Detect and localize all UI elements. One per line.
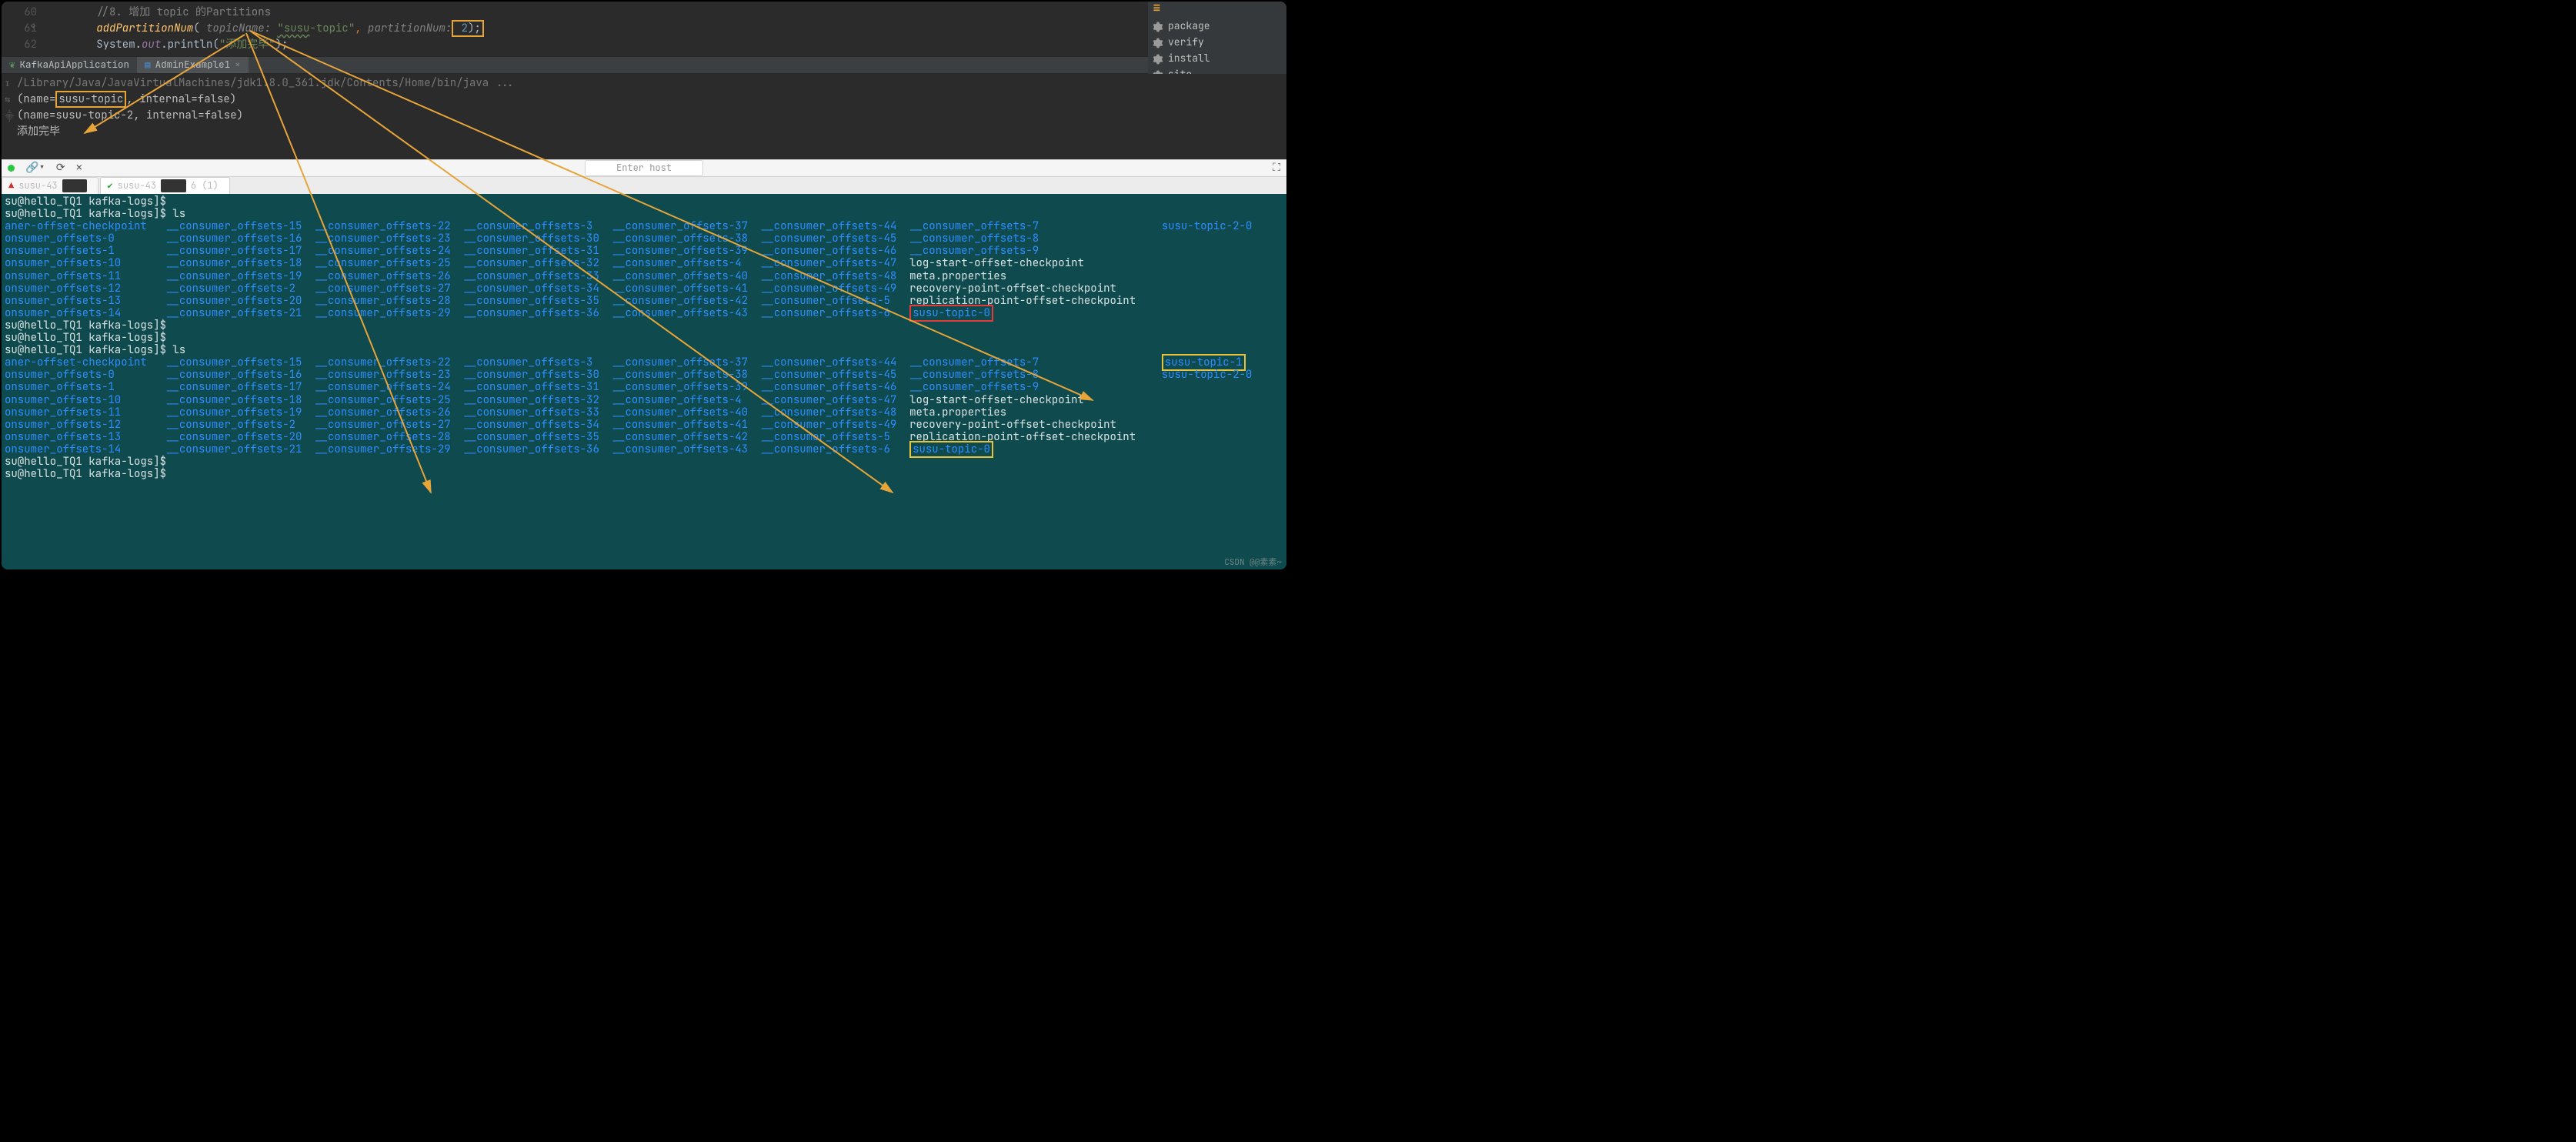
terminal-toolbar: 🔗▾ ⟳ ✕ Enter host ⛶ [2, 159, 1286, 177]
gear-icon [1153, 22, 1163, 32]
close-icon[interactable]: × [235, 58, 241, 72]
highlight-susu-topic-0-before: susu-topic-0 [909, 305, 993, 322]
error-triangle-icon: ▲ [8, 179, 14, 192]
fold-icon[interactable]: ⌄ [31, 20, 35, 32]
line-number: 62 [2, 37, 37, 53]
run-console[interactable]: ↧ ⇆ ⸎ /Library/Java/JavaVirtualMachines/… [2, 74, 1286, 159]
check-icon: ✔ [107, 179, 112, 192]
sync-icon[interactable]: ⟳ [56, 160, 65, 175]
highlight-partition-num: 2); [452, 20, 484, 37]
console-line: (name=susu-topic-2, internal=false) [17, 108, 1282, 124]
step-icon[interactable]: ↧ [5, 77, 15, 90]
expand-icon[interactable]: ⛶ [1273, 160, 1280, 175]
redacted-host: xxxx [62, 179, 88, 192]
highlight-topic-name: susu-topic [55, 91, 126, 108]
maven-goal-install[interactable]: install [1153, 51, 1282, 67]
maven-goal-package[interactable]: package [1153, 18, 1282, 35]
line-gutter: 60 61 62 ⌄ [2, 2, 45, 56]
redacted-host: xxxx [161, 179, 186, 192]
console-line: 添加完毕 [17, 124, 1282, 140]
term-tab-1[interactable]: ▲susu-43xxxx [2, 177, 98, 194]
console-toolbar: ↧ ⇆ ⸎ [5, 77, 15, 123]
java-path: /Library/Java/JavaVirtualMachines/jdk1.8… [17, 75, 1282, 92]
hamburger-icon[interactable]: ≡ [1153, 3, 1282, 18]
highlight-susu-topic-0-after: susu-topic-0 [909, 441, 993, 458]
filter-icon[interactable]: ⇆ [5, 93, 15, 106]
close-icon[interactable]: ✕ [76, 160, 82, 175]
maven-goal-verify[interactable]: verify [1153, 35, 1282, 51]
terminal[interactable]: su@hello_TQ1 kafka-logs]$ su@hello_TQ1 k… [2, 194, 1286, 569]
code-comment: //8. 增加 topic 的Partitions [96, 5, 271, 19]
tab-kafkaapiapplication[interactable]: ❦KafkaApiApplication [2, 57, 137, 73]
run-tab-bar: ❦KafkaApiApplication ▤AdminExample1× [2, 56, 1286, 74]
java-file-icon: ▤ [145, 58, 151, 72]
code-editor[interactable]: 60 61 62 ⌄ //8. 增加 topic 的Partitions add… [2, 2, 1286, 56]
gear-icon [1153, 54, 1163, 65]
gear-icon [1153, 38, 1163, 48]
fn-name: addPartitionNum [96, 22, 193, 35]
tab-adminexample1[interactable]: ▤AdminExample1× [137, 57, 249, 73]
term-tab-2[interactable]: ✔susu-43xxxx6 (1) [100, 177, 229, 194]
settings-icon[interactable]: ⸎ [5, 110, 15, 123]
spring-icon: ❦ [9, 58, 15, 72]
host-input[interactable]: Enter host [585, 160, 703, 176]
status-dot-icon [8, 165, 15, 172]
link-icon[interactable]: 🔗▾ [25, 160, 45, 175]
code-body[interactable]: //8. 增加 topic 的Partitions addPartitionNu… [45, 2, 484, 56]
terminal-session-tabs: ▲susu-43xxxx ✔susu-43xxxx6 (1) [2, 177, 1286, 194]
line-number: 60 [2, 5, 37, 21]
watermark: CSDN @@素素~ [1224, 557, 1282, 569]
